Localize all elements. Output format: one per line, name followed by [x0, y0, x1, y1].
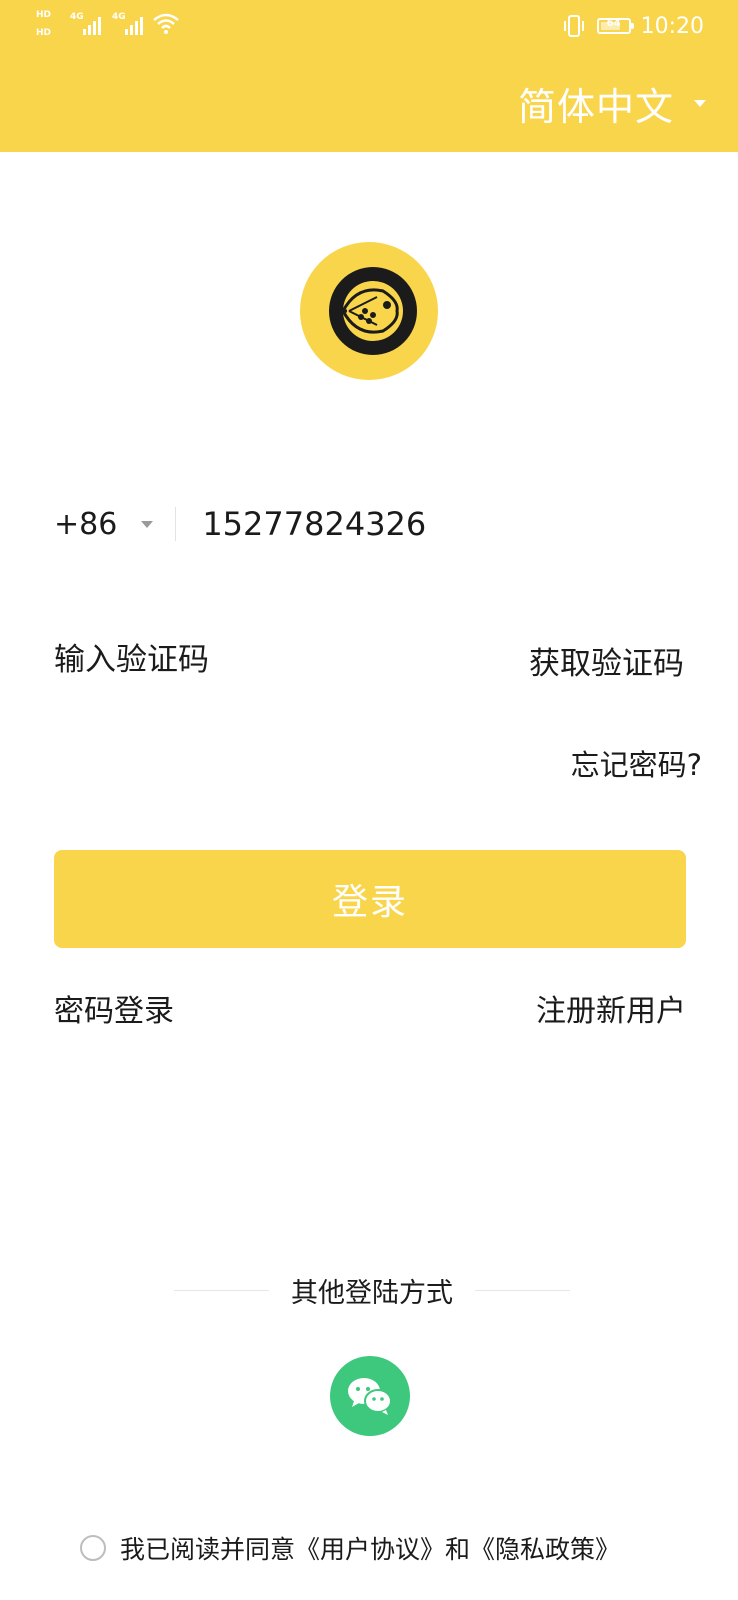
divider-line [475, 1289, 570, 1291]
divider-line [174, 1289, 269, 1291]
fish-logo-icon [329, 267, 417, 355]
verification-code-input[interactable] [54, 642, 374, 678]
status-time: 10:20 [640, 13, 704, 39]
password-login-link[interactable]: 密码登录 [54, 986, 174, 1030]
hd-badge-top: HD [36, 10, 52, 20]
hd-badge-bottom: HD [36, 28, 52, 38]
agreement-row: 我已阅读并同意《用户协议》和《隐私政策》 [80, 1530, 620, 1566]
other-login-divider: 其他登陆方式 [174, 1270, 570, 1310]
battery-icon: 64 [596, 18, 634, 34]
bottom-links: 密码登录 注册新用户 [54, 986, 686, 1030]
signal-icon-1 [83, 17, 101, 35]
country-code-selector[interactable]: +86 [54, 507, 117, 542]
status-right: 64 10:20 [563, 8, 704, 44]
get-code-button[interactable]: 获取验证码 [529, 638, 684, 683]
register-link[interactable]: 注册新用户 [536, 986, 686, 1030]
phone-row: +86 [54, 496, 684, 552]
wechat-login-button[interactable] [330, 1356, 410, 1436]
status-bar: HD HD 4G 4G 64 10:20 [0, 0, 738, 52]
header-bar: HD HD 4G 4G 64 10:20 简体中文 [0, 0, 738, 152]
language-selector[interactable]: 简体中文 [518, 76, 706, 131]
caret-down-icon[interactable] [141, 520, 154, 528]
app-logo [300, 242, 438, 380]
wechat-icon [348, 1378, 392, 1415]
status-left: HD HD 4G 4G [36, 10, 186, 44]
vibrate-icon [563, 15, 584, 37]
phone-input[interactable] [202, 505, 503, 543]
caret-down-icon [694, 100, 706, 107]
other-login-label: 其他登陆方式 [291, 1277, 453, 1309]
divider [175, 507, 177, 541]
wifi-icon [153, 13, 179, 34]
agreement-radio[interactable] [80, 1535, 106, 1561]
signal-icon-2 [125, 17, 143, 35]
agreement-text[interactable]: 我已阅读并同意《用户协议》和《隐私政策》 [120, 1530, 620, 1566]
verification-row: 获取验证码 [54, 634, 684, 686]
login-button[interactable]: 登录 [54, 850, 686, 948]
language-label: 简体中文 [517, 85, 674, 129]
battery-level: 64 [606, 18, 621, 29]
forgot-password-link[interactable]: 忘记密码? [571, 742, 702, 784]
